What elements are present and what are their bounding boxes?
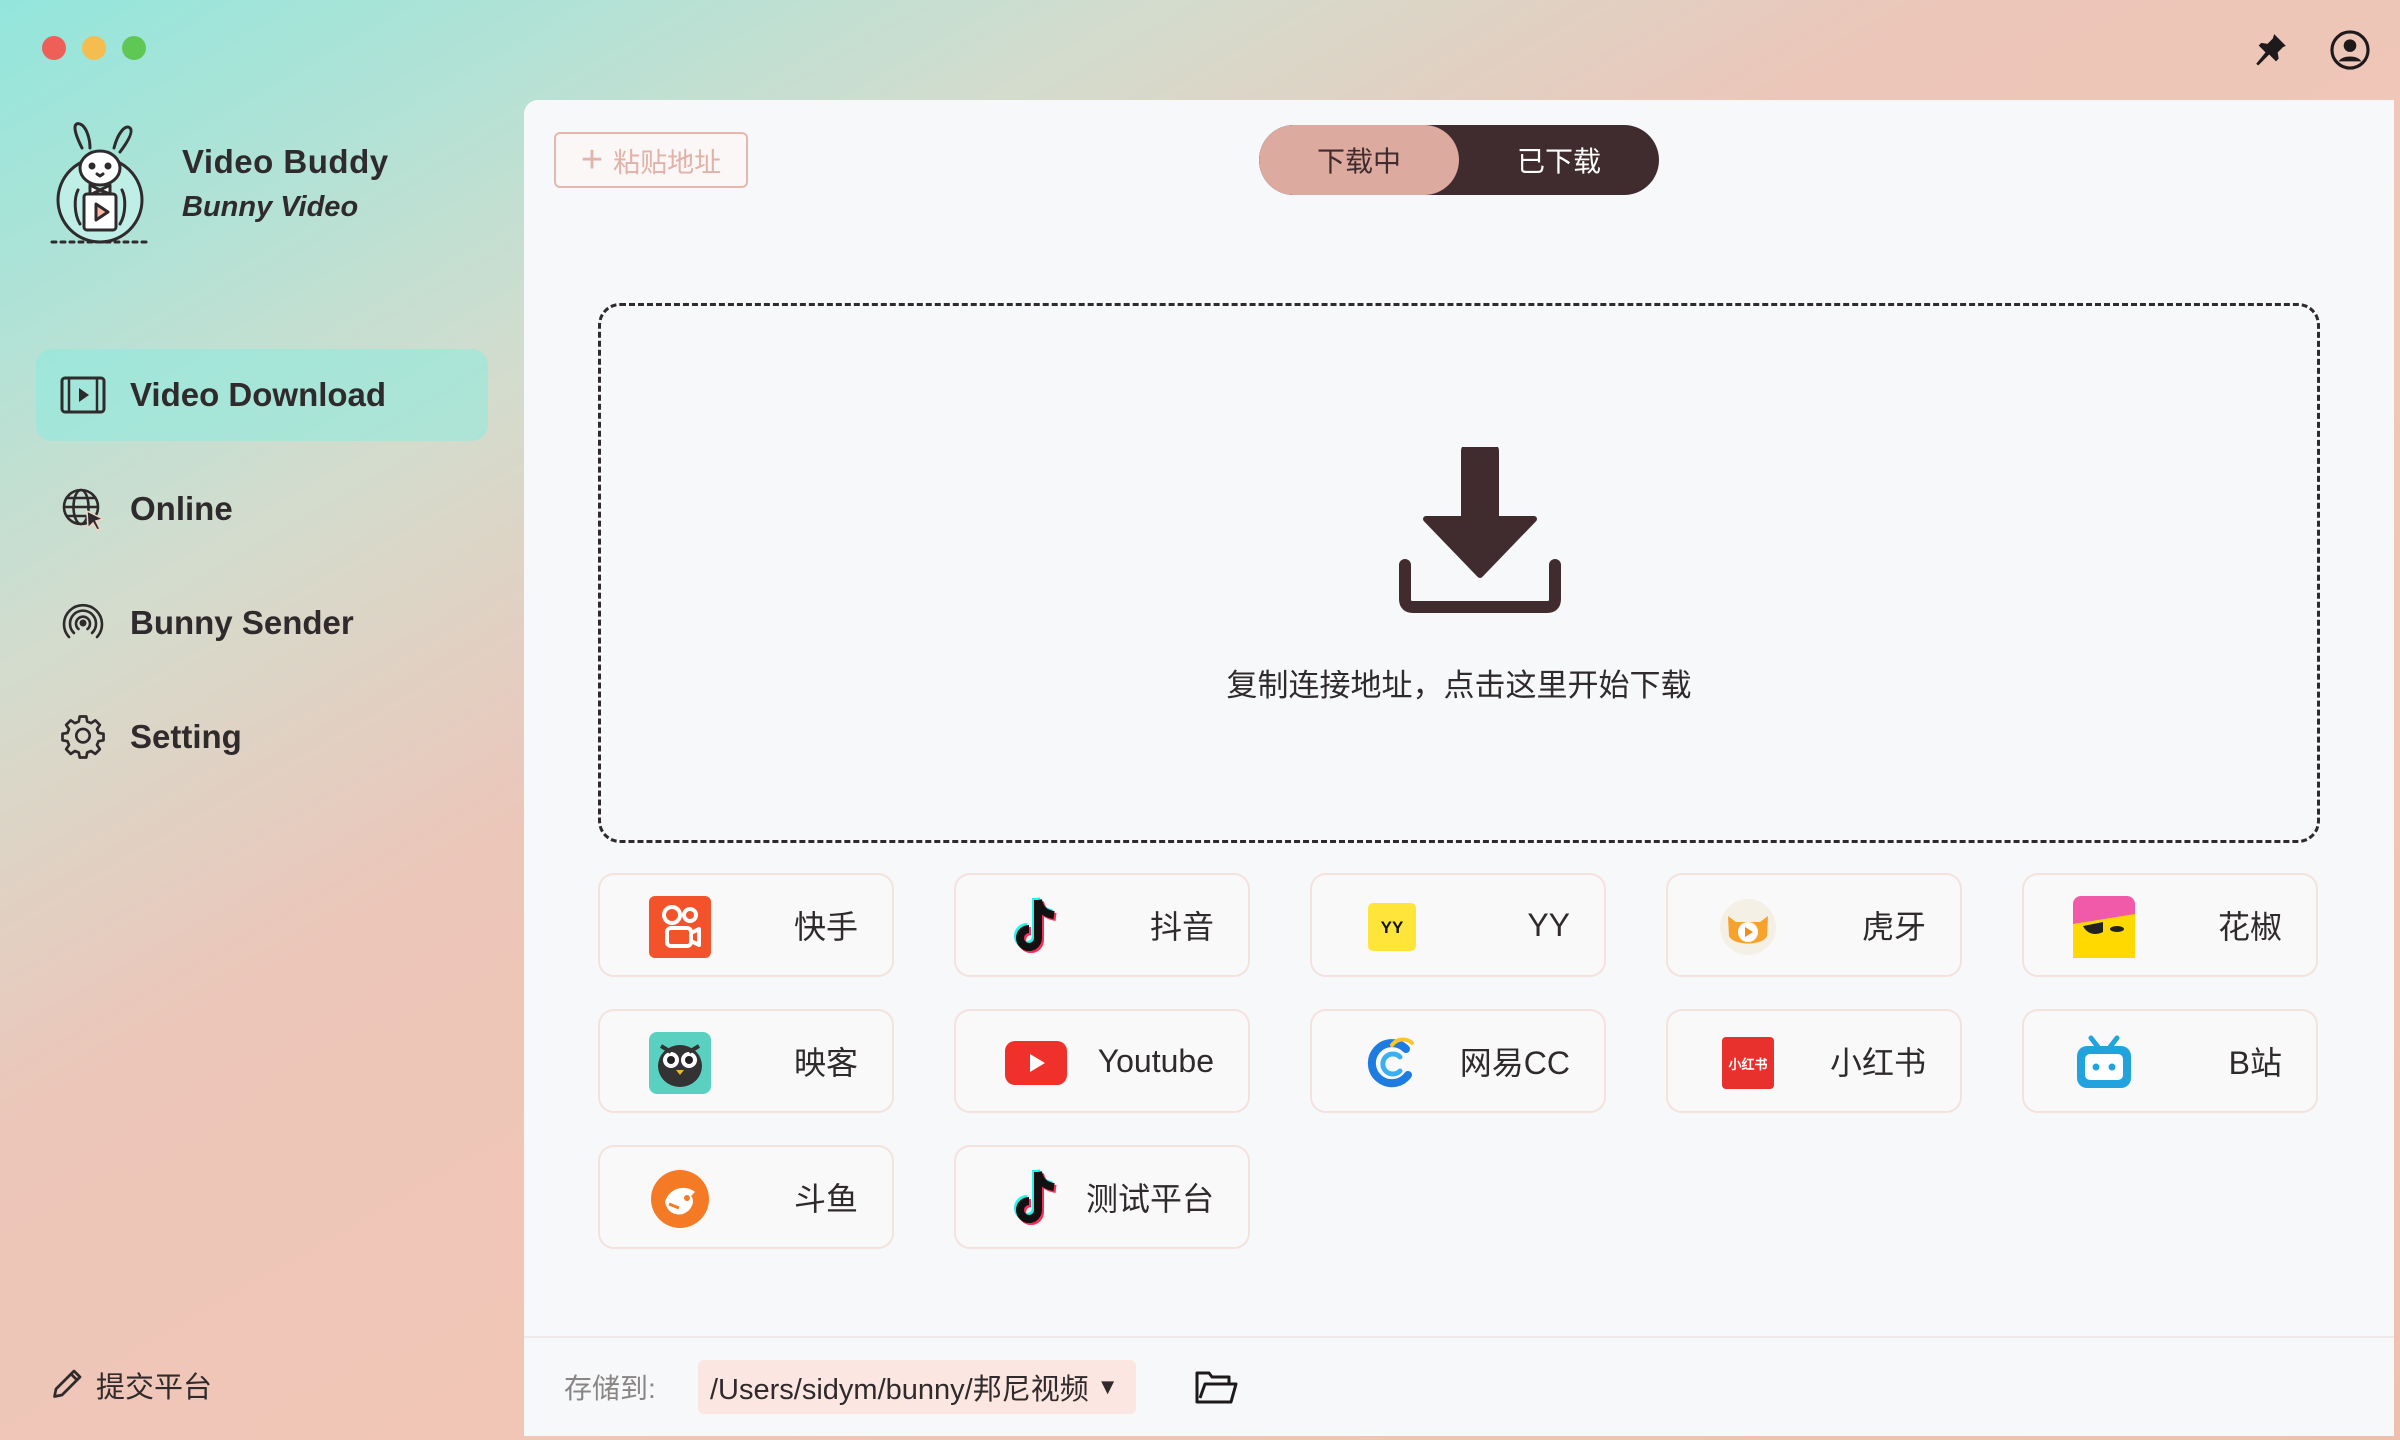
pin-icon[interactable] xyxy=(2248,28,2292,72)
platform-kuaishou[interactable]: 快手 xyxy=(598,873,894,977)
sidebar-item-label: Setting xyxy=(130,718,242,755)
platform-label: 快手 xyxy=(793,909,858,945)
minimize-icon[interactable] xyxy=(82,36,106,60)
platform-test[interactable]: 测试平台 xyxy=(954,1145,1250,1249)
huajiao-icon xyxy=(2072,895,2136,959)
youtube-icon xyxy=(1004,1031,1068,1095)
gear-icon xyxy=(58,712,108,762)
platform-grid: 快手 抖音 YY YY 虎牙 花椒 映客 Youtube 网易CC 小红书 小红… xyxy=(598,873,2324,1249)
inke-icon xyxy=(648,1031,712,1095)
download-icon xyxy=(1399,447,1561,613)
save-path-select[interactable]: /Users/sidym/bunny/邦尼视频 ▼ xyxy=(698,1360,1136,1414)
yy-icon: YY xyxy=(1360,895,1424,959)
douyu-icon xyxy=(648,1167,712,1231)
huya-icon xyxy=(1716,895,1780,959)
sidebar-item-setting[interactable]: Setting xyxy=(36,691,488,783)
platform-label: B站 xyxy=(2228,1045,2282,1081)
maximize-icon[interactable] xyxy=(122,36,146,60)
signal-icon xyxy=(58,598,108,648)
bilibili-icon xyxy=(2072,1031,2136,1095)
submit-platform-label: 提交平台 xyxy=(96,1372,213,1404)
main-panel: + 粘贴地址 下载中 已下载 复制连接地址，点击这里开始下载 快手 抖音 YY … xyxy=(524,100,2394,1436)
platform-douyu[interactable]: 斗鱼 xyxy=(598,1145,894,1249)
platform-label: 小红书 xyxy=(1829,1045,1926,1081)
app-subtitle: Bunny Video xyxy=(182,190,359,223)
platform-label: 网易CC xyxy=(1459,1045,1570,1081)
platform-bilibili[interactable]: B站 xyxy=(2022,1009,2318,1113)
platform-huya[interactable]: 虎牙 xyxy=(1666,873,1962,977)
platform-douyin[interactable]: 抖音 xyxy=(954,873,1250,977)
submit-platform-button[interactable]: 提交平台 xyxy=(50,1364,212,1406)
save-to-label: 存储到: xyxy=(564,1373,656,1404)
paste-url-label: 粘贴地址 xyxy=(613,147,722,178)
open-folder-icon[interactable] xyxy=(1192,1364,1240,1412)
xiaohongshu-icon: 小红书 xyxy=(1716,1031,1780,1095)
paste-url-button[interactable]: + 粘贴地址 xyxy=(554,132,748,188)
app-window: Video Buddy Bunny Video Video Download O… xyxy=(0,0,2400,1440)
kuaishou-icon xyxy=(648,895,712,959)
download-status-tabs: 下载中 已下载 xyxy=(1259,125,1659,195)
platform-inke[interactable]: 映客 xyxy=(598,1009,894,1113)
top-toolbar xyxy=(2248,28,2372,72)
xiaohongshu-icon-text: 小红书 xyxy=(1728,1057,1767,1073)
platform-huajiao[interactable]: 花椒 xyxy=(2022,873,2318,977)
save-path-value: /Users/sidym/bunny/邦尼视频 xyxy=(710,1374,1089,1406)
netease-cc-icon xyxy=(1360,1031,1424,1095)
platform-label: YY xyxy=(1527,906,1570,943)
platform-label: 虎牙 xyxy=(1861,909,1926,945)
plus-icon: + xyxy=(580,139,604,181)
platform-yy[interactable]: YY YY xyxy=(1310,873,1606,977)
footer-bar: 存储到: /Users/sidym/bunny/邦尼视频 ▼ xyxy=(524,1336,2394,1436)
close-icon[interactable] xyxy=(42,36,66,60)
douyin-icon xyxy=(1004,895,1068,959)
globe-cursor-icon xyxy=(58,484,108,534)
sidebar-nav: Video Download Online Bunny Sender Setti… xyxy=(36,349,488,805)
bunny-logo-icon xyxy=(50,122,150,244)
download-dropzone[interactable]: 复制连接地址，点击这里开始下载 xyxy=(598,303,2320,843)
tab-downloaded[interactable]: 已下载 xyxy=(1459,125,1659,195)
caret-down-icon: ▼ xyxy=(1096,1374,1119,1399)
platform-label: 抖音 xyxy=(1149,909,1214,945)
video-icon xyxy=(58,370,108,420)
sidebar-item-bunny-sender[interactable]: Bunny Sender xyxy=(36,577,488,669)
platform-netease-cc[interactable]: 网易CC xyxy=(1310,1009,1606,1113)
platform-label: 花椒 xyxy=(2217,909,2282,945)
douyin-icon xyxy=(1004,1167,1068,1231)
app-title: Video Buddy xyxy=(182,142,389,180)
platform-label: 斗鱼 xyxy=(793,1181,858,1217)
platform-youtube[interactable]: Youtube xyxy=(954,1009,1250,1113)
platform-label: 映客 xyxy=(793,1045,858,1081)
sidebar-item-video-download[interactable]: Video Download xyxy=(36,349,488,441)
sidebar-item-label: Video Download xyxy=(130,376,387,413)
pencil-icon xyxy=(50,1365,86,1406)
sidebar-item-label: Online xyxy=(130,490,233,527)
tab-downloading[interactable]: 下载中 xyxy=(1259,125,1459,195)
user-icon[interactable] xyxy=(2328,28,2372,72)
sidebar-item-label: Bunny Sender xyxy=(130,604,354,641)
platform-xiaohongshu[interactable]: 小红书 小红书 xyxy=(1666,1009,1962,1113)
platform-label: Youtube xyxy=(1097,1042,1214,1079)
window-controls xyxy=(42,36,146,60)
platform-label: 测试平台 xyxy=(1085,1181,1214,1217)
sidebar-item-online[interactable]: Online xyxy=(36,463,488,555)
app-logo: Video Buddy Bunny Video xyxy=(44,118,389,248)
yy-icon-text: YY xyxy=(1381,918,1404,937)
dropzone-hint: 复制连接地址，点击这里开始下载 xyxy=(1226,668,1692,703)
